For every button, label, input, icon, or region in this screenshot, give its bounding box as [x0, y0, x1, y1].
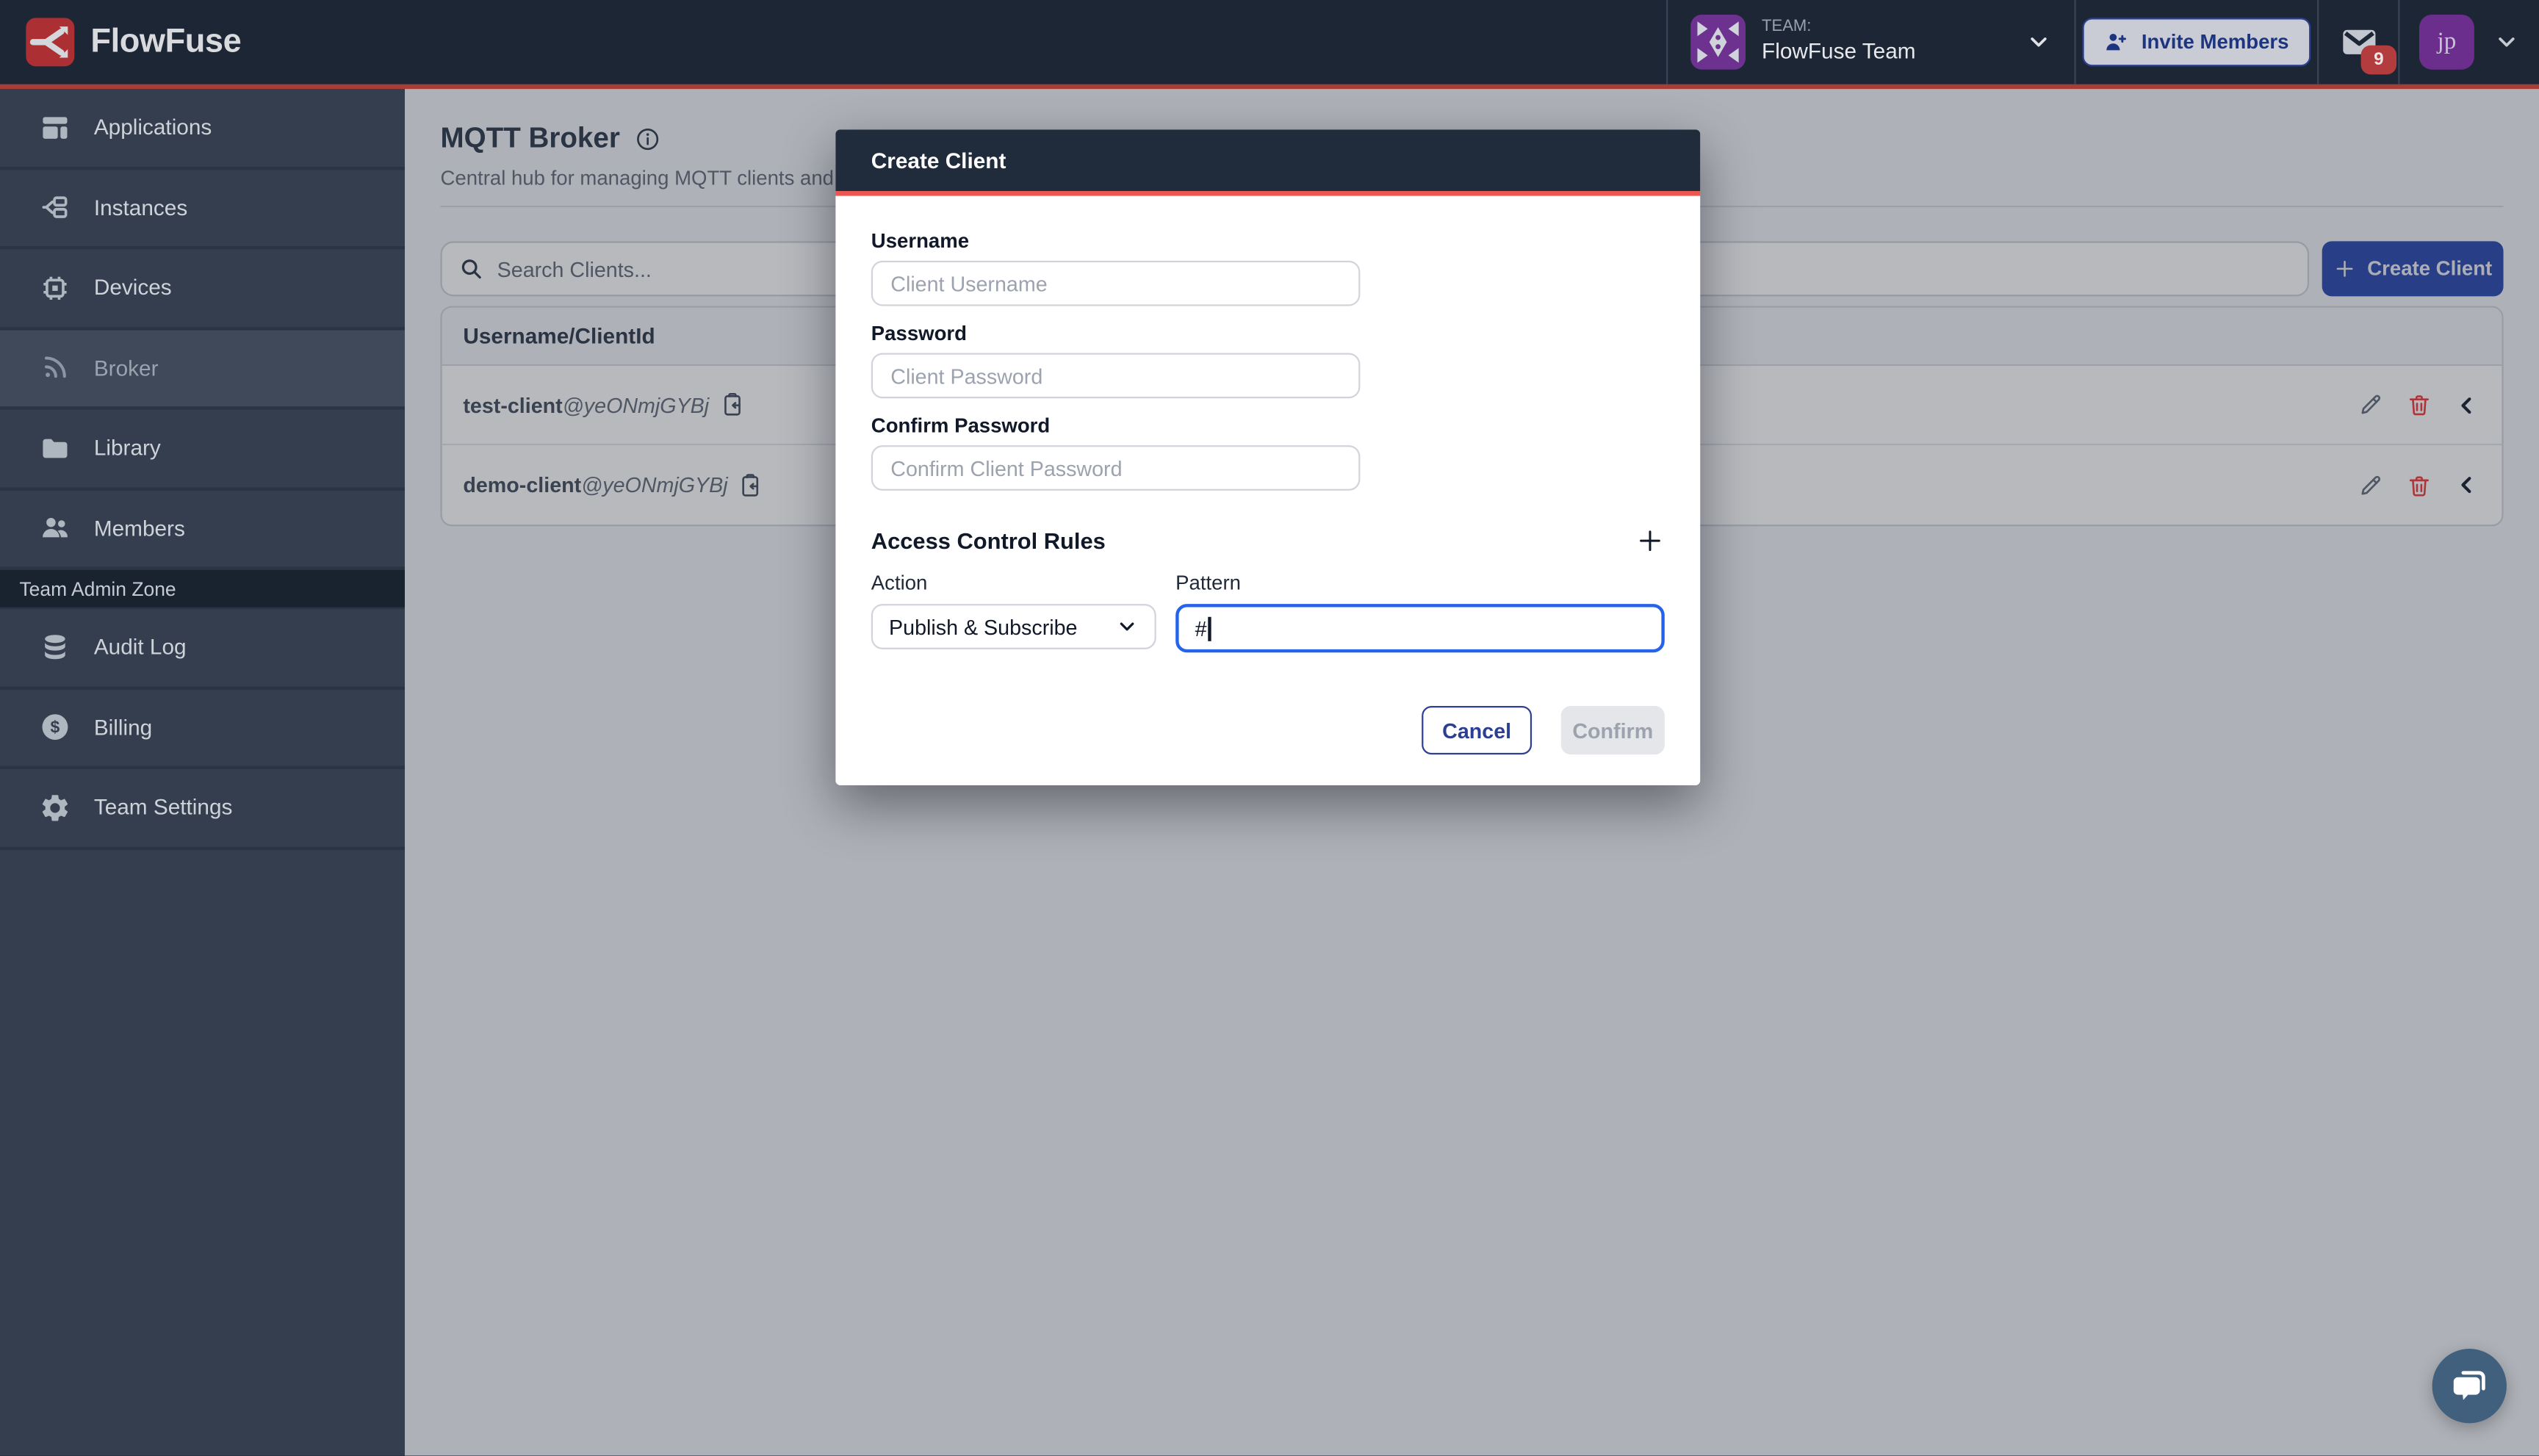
team-label: TEAM: — [1762, 18, 1915, 39]
notification-badge: 9 — [2361, 46, 2396, 75]
sidebar-item-broker[interactable]: Broker — [0, 330, 405, 410]
user-avatar: jp — [2419, 15, 2474, 70]
confirm-password-label: Confirm Password — [871, 414, 1665, 437]
pattern-value: # — [1195, 616, 1207, 641]
sidebar-item-label: Library — [94, 436, 161, 460]
applications-icon — [39, 112, 71, 144]
team-avatar-icon — [1690, 15, 1746, 70]
chevron-down-icon — [2025, 29, 2051, 55]
pattern-label: Pattern — [1175, 572, 1665, 594]
svg-text:$: $ — [51, 718, 60, 737]
action-column: Action Publish & Subscribe — [871, 572, 1156, 652]
pattern-input[interactable]: # — [1175, 604, 1665, 652]
gear-icon — [39, 791, 71, 823]
sidebar-item-label: Team Settings — [94, 796, 233, 820]
sidebar-item-label: Devices — [94, 275, 172, 300]
chevron-down-icon — [2493, 29, 2519, 55]
folder-icon — [39, 432, 71, 464]
database-icon — [39, 631, 71, 663]
add-rule-icon[interactable] — [1635, 526, 1665, 555]
user-menu[interactable]: jp — [2399, 0, 2539, 84]
invite-members-label: Invite Members — [2142, 31, 2289, 54]
cancel-button[interactable]: Cancel — [1422, 706, 1532, 754]
invite-section: Invite Members — [2076, 0, 2317, 84]
sidebar-item-team-settings[interactable]: Team Settings — [0, 769, 405, 849]
devices-icon — [39, 272, 71, 304]
sidebar-item-label: Audit Log — [94, 635, 187, 660]
team-selector[interactable]: TEAM: FlowFuse Team — [1668, 0, 2074, 84]
team-name: FlowFuse Team — [1762, 38, 1915, 65]
sidebar-item-label: Billing — [94, 716, 152, 740]
sidebar-item-applications[interactable]: Applications — [0, 89, 405, 169]
dialog-body: Username Password Confirm Password Acces… — [835, 196, 1700, 785]
app-root: FlowFuse TEAM: FlowFuse Team — [0, 0, 2539, 1456]
invite-members-button[interactable]: Invite Members — [2084, 18, 2311, 66]
action-select-value: Publish & Subscribe — [889, 614, 1077, 638]
action-label: Action — [871, 572, 1156, 594]
sidebar-item-devices[interactable]: Devices — [0, 249, 405, 329]
chat-widget-button[interactable] — [2432, 1349, 2507, 1424]
sidebar-item-label: Applications — [94, 115, 212, 140]
billing-icon: $ — [39, 711, 71, 743]
sidebar-item-billing[interactable]: $ Billing — [0, 689, 405, 769]
instances-icon — [39, 192, 71, 224]
dialog-header: Create Client — [835, 129, 1700, 191]
password-label: Password — [871, 322, 1665, 345]
sidebar-item-label: Instances — [94, 195, 187, 220]
team-labels: TEAM: FlowFuse Team — [1762, 18, 1915, 66]
confirm-password-input[interactable] — [871, 445, 1361, 491]
flowfuse-brand[interactable]: FlowFuse — [0, 18, 241, 66]
notifications-button[interactable]: 9 — [2319, 0, 2398, 84]
user-plus-icon — [2104, 29, 2130, 55]
sidebar: Applications Instances Devices — [0, 89, 405, 1456]
sidebar-item-instances[interactable]: Instances — [0, 169, 405, 249]
members-icon — [39, 512, 71, 544]
text-caret — [1209, 616, 1211, 641]
sidebar-item-label: Broker — [94, 356, 159, 380]
sidebar-item-audit-log[interactable]: Audit Log — [0, 609, 405, 689]
team-admin-zone-header: Team Admin Zone — [0, 570, 405, 609]
navbar-right: TEAM: FlowFuse Team Invite Members — [1666, 0, 2539, 84]
brand-name: FlowFuse — [90, 23, 241, 62]
sidebar-item-label: Members — [94, 516, 185, 541]
team-admin-zone-label: Team Admin Zone — [19, 577, 176, 600]
broker-icon — [39, 352, 71, 384]
chevron-down-icon — [1116, 616, 1139, 638]
dialog-title: Create Client — [871, 148, 1006, 173]
sidebar-item-library[interactable]: Library — [0, 410, 405, 490]
top-navbar: FlowFuse TEAM: FlowFuse Team — [0, 0, 2539, 84]
username-input[interactable] — [871, 261, 1361, 306]
navbar-accent-line — [0, 84, 2539, 90]
flowfuse-logo-icon — [26, 18, 74, 66]
access-control-rules-heading: Access Control Rules — [871, 528, 1106, 554]
password-input[interactable] — [871, 353, 1361, 398]
create-client-dialog: Create Client Username Password Confirm … — [835, 129, 1700, 785]
pattern-column: Pattern # — [1175, 572, 1665, 652]
username-label: Username — [871, 230, 1665, 253]
chat-bubble-icon — [2449, 1366, 2491, 1408]
action-select[interactable]: Publish & Subscribe — [871, 604, 1156, 649]
sidebar-item-members[interactable]: Members — [0, 490, 405, 570]
confirm-button[interactable]: Confirm — [1561, 706, 1665, 754]
